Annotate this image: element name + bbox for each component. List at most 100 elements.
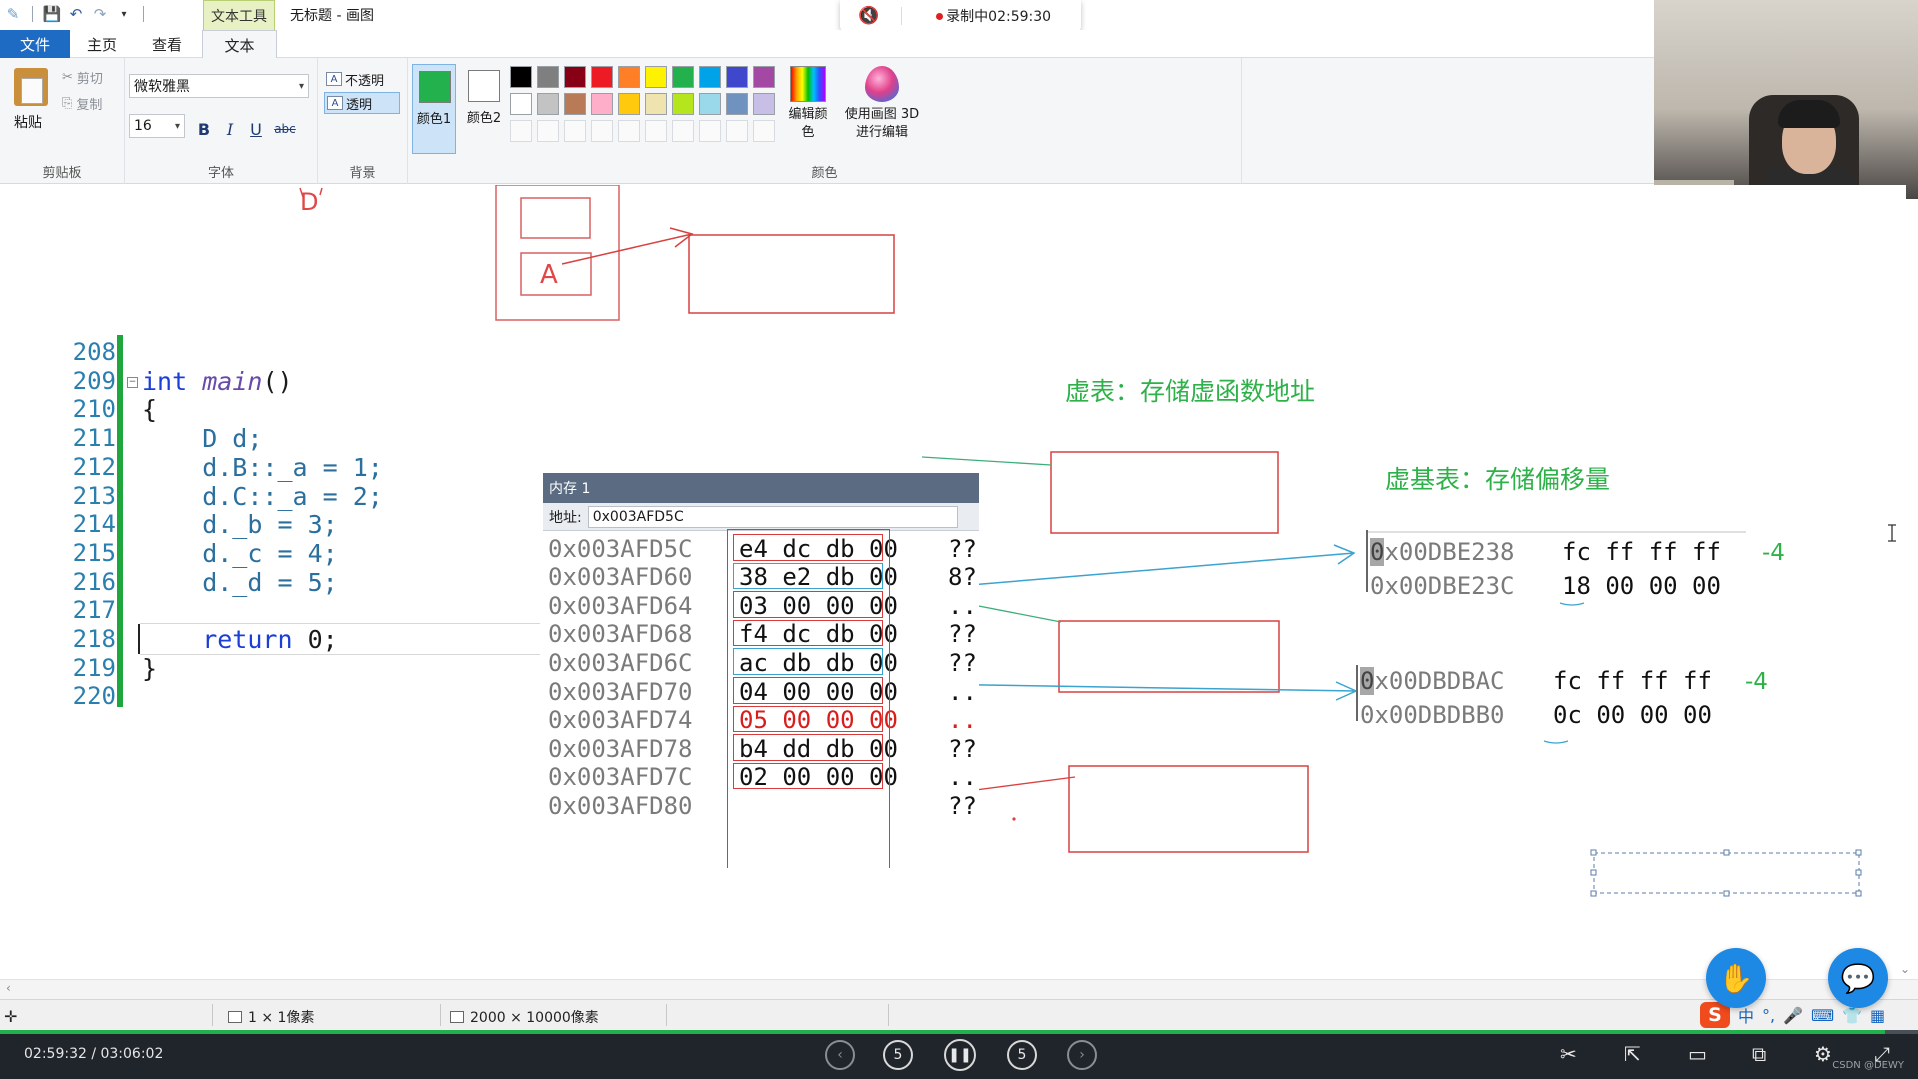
picture-in-picture-icon[interactable]: ⧉: [1752, 1042, 1766, 1066]
palette-color[interactable]: [726, 66, 748, 88]
palette-color[interactable]: [537, 66, 559, 88]
vbptr-arrow-1: [921, 544, 1356, 590]
pause-button[interactable]: ❚❚: [944, 1039, 976, 1071]
palette-color[interactable]: [510, 93, 532, 115]
keyboard-icon[interactable]: ⌨: [1811, 1006, 1834, 1025]
chat-bubble-button[interactable]: 💬: [1828, 948, 1888, 1008]
palette-color[interactable]: [726, 93, 748, 115]
resize-handle[interactable]: [1590, 890, 1597, 897]
italic-button[interactable]: I: [219, 118, 241, 140]
palette-custom-slot[interactable]: [753, 120, 775, 142]
memory-ascii: ??: [948, 534, 977, 563]
palette-color[interactable]: [564, 93, 586, 115]
paste-button[interactable]: 粘贴: [14, 112, 42, 132]
toolbox-icon[interactable]: ▦: [1870, 1006, 1885, 1025]
resize-handle[interactable]: [1590, 869, 1597, 876]
progress-played[interactable]: [0, 1030, 1885, 1034]
palette-custom-slot[interactable]: [618, 120, 640, 142]
palette-custom-slot[interactable]: [564, 120, 586, 142]
copy-button[interactable]: ⎘ 复制: [62, 94, 102, 113]
palette-color[interactable]: [753, 93, 775, 115]
bold-button[interactable]: B: [193, 118, 215, 140]
resize-handle[interactable]: [1855, 849, 1862, 856]
cut-button[interactable]: ✂ 剪切: [62, 68, 103, 87]
font-family-select[interactable]: 微软雅黑 ▾: [129, 74, 309, 98]
text-selection-rect[interactable]: [1593, 852, 1860, 894]
resize-handle[interactable]: [1723, 849, 1730, 856]
color2-button[interactable]: 颜色2: [462, 64, 506, 154]
scroll-down-icon[interactable]: ⌄: [1900, 962, 1910, 976]
palette-custom-slot[interactable]: [726, 120, 748, 142]
resize-handle[interactable]: [1855, 869, 1862, 876]
next-button[interactable]: ›: [1067, 1040, 1097, 1070]
palette-color[interactable]: [672, 93, 694, 115]
strikethrough-button[interactable]: abc: [271, 118, 299, 140]
microphone-icon[interactable]: 🎤: [1783, 1006, 1803, 1025]
paint3d-button[interactable]: 使用画图 3D 进行编辑: [842, 66, 922, 142]
paint-app-icon[interactable]: ✎: [4, 5, 22, 23]
opaque-button[interactable]: A 不透明: [324, 68, 400, 90]
vbtable-bytes: fc ff ff ff: [1553, 667, 1712, 695]
transparent-button[interactable]: A 透明: [324, 92, 400, 114]
palette-color[interactable]: [645, 93, 667, 115]
clip-scissors-icon[interactable]: ✂: [1560, 1042, 1577, 1066]
palette-color[interactable]: [564, 66, 586, 88]
share-icon[interactable]: ⇱: [1624, 1042, 1641, 1066]
scroll-left-icon[interactable]: ‹: [6, 981, 11, 995]
vbtable-bytes: 18 00 00 00: [1562, 572, 1721, 600]
status-divider: [440, 1004, 441, 1026]
font-size-select[interactable]: 16 ▾: [129, 114, 185, 138]
punctuation-icon[interactable]: °,: [1762, 1006, 1775, 1025]
palette-color[interactable]: [753, 66, 775, 88]
tab-view[interactable]: 查看: [134, 30, 200, 58]
status-divider: [666, 1004, 667, 1026]
progress-remaining[interactable]: [1885, 1030, 1918, 1034]
fold-toggle-icon[interactable]: −: [127, 376, 138, 388]
muted-speaker-icon[interactable]: 🔇: [858, 6, 879, 26]
vbtable-address-text: 0x00DBDBB0: [1360, 701, 1505, 729]
resize-handle[interactable]: [1723, 890, 1730, 897]
paste-icon[interactable]: [14, 68, 48, 106]
settings-gear-icon[interactable]: ⚙: [1814, 1042, 1832, 1066]
palette-custom-slot[interactable]: [510, 120, 532, 142]
rewind-5-button[interactable]: 5: [883, 1040, 913, 1070]
palette-color[interactable]: [618, 66, 640, 88]
palette-color[interactable]: [510, 66, 532, 88]
memory-address-bar: 地址: 0x003AFD5C: [543, 503, 979, 531]
palette-color[interactable]: [591, 93, 613, 115]
edit-colors-button[interactable]: 编辑颜色: [784, 66, 832, 142]
palette-color[interactable]: [699, 66, 721, 88]
skin-icon[interactable]: 👕: [1842, 1006, 1862, 1025]
vbtable-address-highlight: 0: [1360, 667, 1375, 695]
recording-indicator[interactable]: 🔇 录制中02:59:30: [840, 0, 1081, 32]
forward-5-button[interactable]: 5: [1007, 1040, 1037, 1070]
danmaku-icon[interactable]: ▭: [1688, 1042, 1707, 1066]
palette-color[interactable]: [645, 66, 667, 88]
undo-icon[interactable]: ↶: [67, 5, 85, 23]
palette-custom-slot[interactable]: [537, 120, 559, 142]
palette-custom-slot[interactable]: [591, 120, 613, 142]
resize-handle[interactable]: [1855, 890, 1862, 897]
palette-color[interactable]: [672, 66, 694, 88]
redo-icon[interactable]: ↷: [91, 5, 109, 23]
palette-color[interactable]: [537, 93, 559, 115]
raise-hand-button[interactable]: ✋: [1706, 948, 1766, 1008]
customize-qat-icon[interactable]: ▾: [115, 5, 133, 23]
palette-custom-slot[interactable]: [699, 120, 721, 142]
palette-custom-slot[interactable]: [672, 120, 694, 142]
tab-text[interactable]: 文本: [202, 30, 277, 59]
tab-home[interactable]: 主页: [70, 30, 134, 58]
memory-address-input[interactable]: 0x003AFD5C: [587, 505, 958, 528]
paint-canvas[interactable]: D A 虚表：存储虚函数地址 虚基表：存储偏移量 208 209 int main(…: [0, 185, 1906, 979]
palette-custom-slot[interactable]: [645, 120, 667, 142]
palette-color[interactable]: [699, 93, 721, 115]
tab-file[interactable]: 文件: [0, 30, 70, 58]
palette-color[interactable]: [591, 66, 613, 88]
previous-button[interactable]: ‹: [825, 1040, 855, 1070]
horizontal-scrollbar[interactable]: ‹ ⌄: [0, 962, 1918, 999]
resize-handle[interactable]: [1590, 849, 1597, 856]
palette-color[interactable]: [618, 93, 640, 115]
save-icon[interactable]: 💾: [43, 5, 62, 23]
color1-button[interactable]: 颜色1: [412, 64, 456, 154]
underline-button[interactable]: U: [245, 118, 267, 140]
